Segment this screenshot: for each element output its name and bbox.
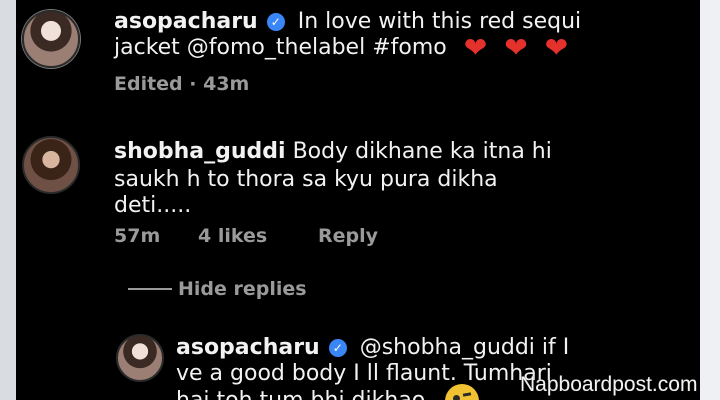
heart-icon: ❤	[504, 31, 528, 64]
post-caption-text-2: jacket @fomo_thelabel #fomo	[114, 35, 447, 60]
verified-badge-icon: ✓	[328, 339, 347, 357]
instagram-comments-screen: asopacharu ✓ In love with this red sequi…	[16, 0, 700, 400]
comment-text-2: saukh h to thora sa kyu pura dikha	[114, 167, 498, 192]
reply-button[interactable]: Reply	[318, 224, 378, 248]
reply-text: @shobha_guddi if I	[359, 335, 570, 360]
reply-author-username[interactable]: asopacharu	[176, 335, 320, 360]
heart-icon: ❤	[544, 31, 569, 64]
post-caption-line-2: jacket @fomo_thelabel #fomo ❤ ❤ ❤	[114, 32, 568, 64]
reply-text-3: hai toh tum bhi dikhao.	[176, 388, 432, 400]
post-caption-text: In love with this red sequi	[297, 9, 582, 34]
right-edge	[700, 0, 720, 400]
reply-author-avatar[interactable]	[116, 334, 164, 382]
commenter-avatar[interactable]	[22, 136, 80, 194]
replies-divider	[128, 288, 172, 290]
watermark: Napboardpost.com	[520, 373, 698, 396]
verified-badge-icon: ✓	[266, 13, 285, 31]
reply-text-2: ve a good body I ll flaunt. Tumhari	[176, 361, 552, 386]
reply-line-3: hai toh tum bhi dikhao.	[176, 384, 479, 400]
comment-likes[interactable]: 4 likes	[198, 224, 267, 248]
comment-time: 57m	[114, 225, 161, 247]
heart-icon: ❤	[463, 31, 488, 64]
post-meta: Edited · 43m	[114, 73, 250, 95]
smile-emoji-icon	[444, 384, 479, 400]
commenter-username[interactable]: shobha_guddi	[114, 139, 286, 164]
comment-text-3: deti.....	[114, 193, 192, 218]
comment-line-3: deti.....	[114, 190, 191, 222]
post-author-avatar[interactable]	[22, 10, 80, 68]
comment-text: Body dikhane ka itna hi	[292, 139, 552, 164]
hide-replies-button[interactable]: Hide replies	[178, 277, 307, 301]
post-author-username[interactable]: asopacharu	[114, 9, 258, 34]
left-edge	[0, 0, 16, 400]
